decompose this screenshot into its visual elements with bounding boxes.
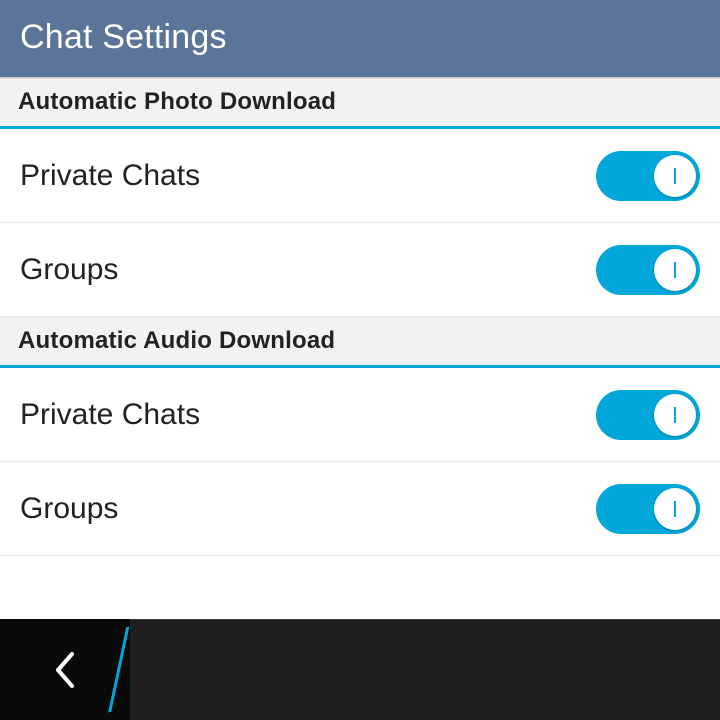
toggle-audio-private[interactable]	[596, 390, 700, 440]
row-photo-groups[interactable]: Groups	[0, 223, 720, 317]
toggle-photo-private[interactable]	[596, 151, 700, 201]
section-header-audio: Automatic Audio Download	[0, 317, 720, 368]
back-separator	[107, 619, 131, 720]
row-label: Groups	[20, 492, 118, 526]
chevron-left-icon	[52, 650, 78, 690]
chat-settings-screen: Chat Settings Automatic Photo Download P…	[0, 0, 720, 720]
row-audio-groups[interactable]: Groups	[0, 462, 720, 556]
row-photo-private[interactable]: Private Chats	[0, 129, 720, 223]
bottom-bar	[0, 619, 720, 720]
back-button[interactable]	[0, 619, 130, 720]
row-audio-private[interactable]: Private Chats	[0, 368, 720, 462]
toggle-audio-groups[interactable]	[596, 484, 700, 534]
page-title: Chat Settings	[0, 0, 720, 78]
row-label: Groups	[20, 253, 118, 287]
section-header-photo: Automatic Photo Download	[0, 78, 720, 129]
row-label: Private Chats	[20, 398, 200, 432]
toggle-photo-groups[interactable]	[596, 245, 700, 295]
row-label: Private Chats	[20, 159, 200, 193]
settings-content: Automatic Photo Download Private Chats G…	[0, 78, 720, 619]
